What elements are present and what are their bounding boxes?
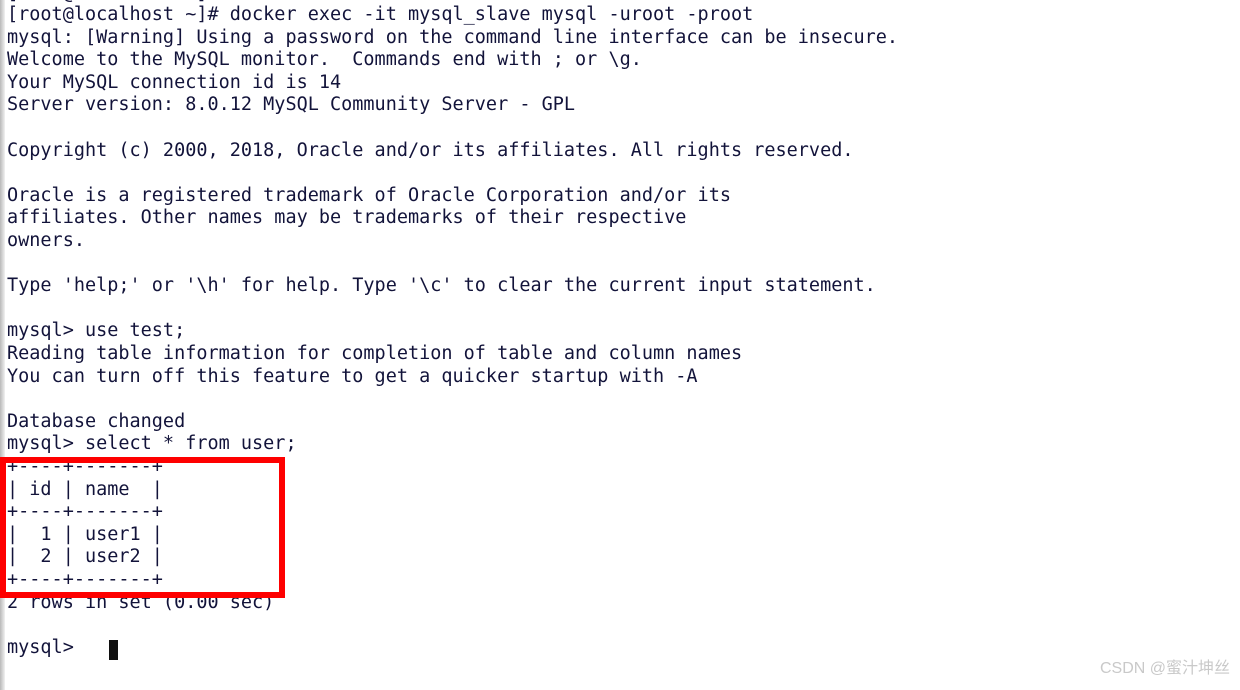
table-header-row: | id | name |: [7, 478, 163, 500]
terminal-line-server-version: Server version: 8.0.12 MySQL Community S…: [7, 94, 576, 116]
csdn-watermark: CSDN @蜜汁坤丝: [1099, 660, 1230, 677]
table-row: | 1 | user1 |: [7, 523, 163, 545]
terminal-line-copyright: Copyright (c) 2000, 2018, Oracle and/or …: [7, 139, 854, 161]
terminal-line-trademark-2: affiliates. Other names may be trademark…: [7, 207, 687, 229]
terminal-line-trademark-1: Oracle is a registered trademark of Orac…: [7, 184, 731, 206]
table-row: | 2 | user2 |: [7, 546, 163, 568]
terminal-line-docker-command: [root@localhost ~]# docker exec -it mysq…: [7, 4, 754, 25]
terminal-cursor: [109, 640, 118, 660]
terminal-line-trademark-3: owners.: [7, 230, 85, 251]
terminal-line-completion-2: You can turn off this feature to get a q…: [7, 365, 698, 387]
terminal-line-database-changed: Database changed: [7, 410, 186, 432]
terminal-line-welcome: Welcome to the MySQL monitor. Commands e…: [7, 49, 642, 71]
terminal-line-help-hint: Type 'help;' or '\h' for help. Type '\c'…: [7, 275, 876, 297]
terminal-line-rows-in-set: 2 rows in set (0.00 sec): [7, 591, 275, 613]
table-header-separator: +----+-------+: [7, 501, 163, 523]
terminal-line-connection-id: Your MySQL connection id is 14: [7, 71, 342, 93]
table-bottom-border: +----+-------+: [7, 569, 163, 590]
terminal-prompt: mysql>: [7, 636, 85, 658]
table-top-border: +----+-------+: [7, 456, 163, 477]
terminal-screenshot: [root@localhost ~]# [root@localhost ~]# …: [0, 0, 1240, 690]
terminal-line-completion-1: Reading table information for completion…: [7, 343, 743, 364]
terminal-output-area[interactable]: [root@localhost ~]# [root@localhost ~]# …: [0, 0, 1240, 690]
terminal-line-select-command: mysql> select * from user;: [7, 433, 297, 455]
terminal-line-warning: mysql: [Warning] Using a password on the…: [7, 26, 899, 48]
terminal-line-use-test: mysql> use test;: [7, 320, 186, 342]
